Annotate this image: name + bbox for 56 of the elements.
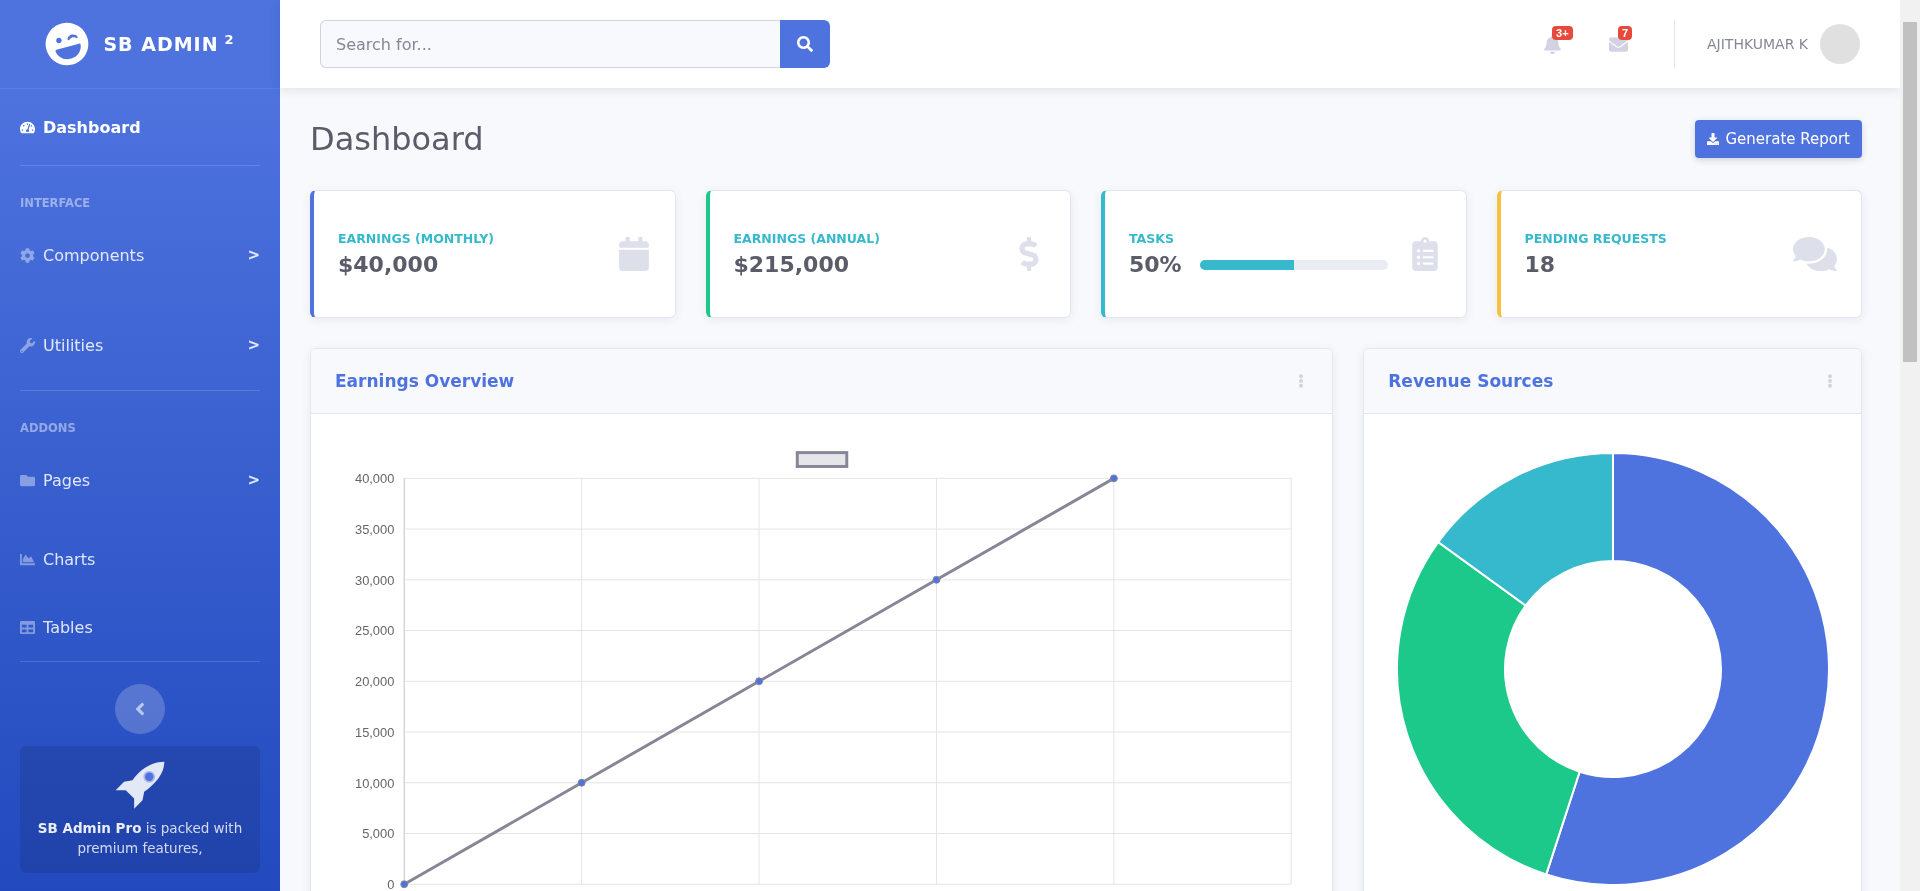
data-point [400, 880, 409, 889]
stat-label: EARNINGS (MONTHLY) [338, 231, 496, 246]
sidebar-item[interactable]: Dashboard [20, 89, 260, 165]
user-name[interactable]: AJITHKUMAR K [1707, 36, 1808, 52]
sidebar-heading: INTERFACE [20, 195, 92, 210]
download-icon [1707, 133, 1720, 145]
stat-label: EARNINGS (ANNUAL) [733, 231, 881, 246]
data-point [932, 575, 941, 584]
calendar-icon [616, 237, 651, 271]
sidebar-item[interactable]: Components > [20, 210, 260, 300]
search-icon [797, 36, 813, 52]
stat-value: $215,000 [733, 252, 850, 277]
generate-report-button[interactable]: Generate Report [1695, 120, 1862, 158]
legend-swatch-icon [795, 451, 849, 468]
sidebar-item[interactable]: Utilities > [20, 300, 260, 390]
axis-tick-label: 5,000 [362, 826, 395, 842]
alerts-button[interactable]: 3+ [1532, 24, 1572, 64]
sidebar-item[interactable]: Pages > [20, 435, 260, 525]
brand-name: SB ADMIN $^{2}$ [103, 32, 235, 56]
axis-tick-label: 40,000 [355, 471, 395, 487]
panel-title: Revenue Sources [1388, 371, 1554, 391]
promo-text: SB Admin Pro is packed with premium features, [36, 819, 244, 859]
data-point [1109, 474, 1118, 483]
data-point [755, 677, 763, 686]
stat-label: PENDING REQUESTS [1524, 231, 1668, 246]
page-title: Dashboard [310, 120, 484, 158]
axis-tick-label: 10,000 [355, 775, 395, 791]
message-count: 7 [1618, 26, 1633, 40]
scrollbar[interactable] [1900, 0, 1920, 891]
alert-count: 3+ [1552, 26, 1573, 40]
avatar[interactable] [1820, 24, 1860, 64]
dashboard-gauge-icon [20, 119, 35, 135]
data-point [577, 778, 586, 787]
wrench-icon [20, 337, 35, 353]
axis-tick-label: 20,000 [355, 674, 395, 690]
area-chart-icon [20, 551, 35, 567]
gear-icon [20, 247, 35, 263]
sidebar-item[interactable]: Charts [20, 525, 260, 593]
table-icon [20, 619, 35, 635]
stat-value: 50% [1129, 252, 1182, 277]
axis-tick-label: 30,000 [355, 572, 395, 588]
panel-title: Earnings Overview [335, 371, 515, 391]
search-field[interactable]: Search for... [320, 20, 780, 68]
sidebar-heading: ADDONS [20, 420, 77, 435]
stat-value: 18 [1524, 252, 1557, 277]
sidebar-item[interactable]: Tables [20, 593, 260, 661]
axis-tick-label: 0 [387, 877, 395, 891]
stat-label: TASKS [1129, 231, 1175, 246]
axis-tick-label: 25,000 [355, 623, 395, 639]
axis-tick-label: 35,000 [355, 522, 395, 538]
folder-icon [20, 472, 35, 488]
messages-button[interactable]: 7 [1598, 24, 1638, 64]
sidebar-toggle-button[interactable] [115, 684, 165, 734]
search-button[interactable] [780, 20, 830, 68]
axis-tick-label: 15,000 [355, 725, 395, 740]
stat-value: $40,000 [338, 252, 440, 277]
